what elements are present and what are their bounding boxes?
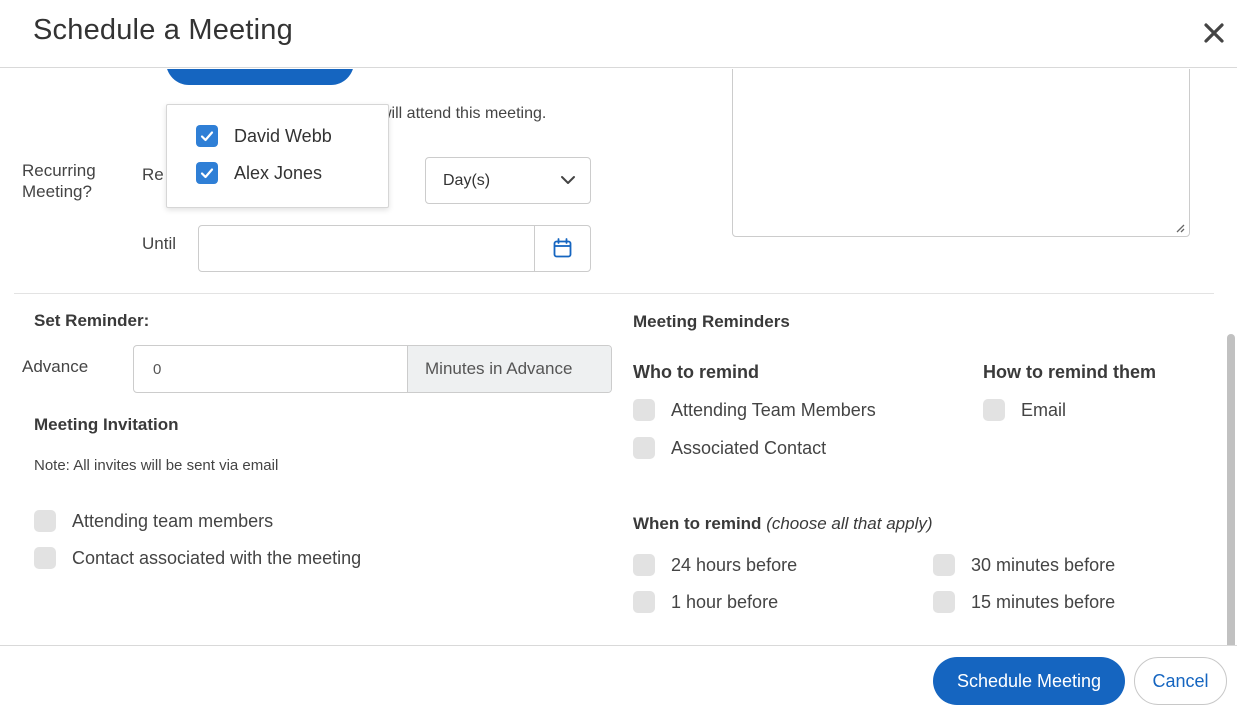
team-member-name: David Webb (234, 125, 332, 146)
meeting-notes-textarea[interactable] (732, 69, 1190, 237)
checkbox[interactable] (34, 510, 56, 532)
remind-via-email-checkbox[interactable]: Email (983, 399, 1066, 421)
remind-30-minutes-checkbox[interactable]: 30 minutes before (933, 554, 1115, 576)
checkbox-label: Attending team members (72, 510, 274, 531)
set-reminder-heading: Set Reminder: (34, 311, 150, 330)
when-to-remind-note: (choose all that apply) (766, 514, 933, 533)
team-member-option[interactable]: David Webb (196, 125, 332, 147)
invite-team-members-checkbox[interactable]: Attending team members (34, 510, 273, 532)
calendar-icon (553, 238, 572, 258)
remind-15-minutes-checkbox[interactable]: 15 minutes before (933, 591, 1115, 613)
checkbox-label: Contact associated with the meeting (72, 547, 362, 568)
repeat-label: Re (142, 165, 164, 184)
checkbox[interactable] (633, 591, 655, 613)
remind-24-hours-checkbox[interactable]: 24 hours before (633, 554, 797, 576)
dialog-title: Schedule a Meeting (33, 14, 293, 46)
remind-1-hour-checkbox[interactable]: 1 hour before (633, 591, 778, 613)
checkbox-label: Email (1021, 399, 1067, 420)
checkbox-label: Associated Contact (671, 437, 827, 458)
checkbox[interactable] (633, 437, 655, 459)
advance-minutes-input[interactable]: 0 Minutes in Advance (133, 345, 612, 393)
dialog-header: Schedule a Meeting (0, 0, 1237, 68)
checkbox[interactable] (633, 554, 655, 576)
team-member-name: Alex Jones (234, 162, 323, 183)
check-icon (200, 131, 214, 142)
team-members-button[interactable] (166, 69, 354, 85)
remind-associated-contact-checkbox[interactable]: Associated Contact (633, 437, 826, 459)
checkbox[interactable] (983, 399, 1005, 421)
checkbox[interactable] (633, 399, 655, 421)
checkbox-label: 24 hours before (671, 554, 798, 575)
chevron-down-icon (561, 176, 575, 184)
calendar-button[interactable] (534, 226, 590, 271)
checkbox-checked[interactable] (196, 125, 218, 147)
team-members-dropdown[interactable]: David Webb Alex Jones (166, 104, 389, 208)
vertical-scrollbar-thumb[interactable] (1227, 334, 1235, 645)
invitation-note: Note: All invites will be sent via email (34, 457, 279, 474)
cancel-button[interactable]: Cancel (1134, 657, 1227, 705)
when-to-remind-title: When to remind (633, 514, 762, 533)
checkbox-label: 1 hour before (671, 591, 779, 612)
section-divider (14, 293, 1214, 294)
repeat-unit-value: Day(s) (443, 172, 491, 189)
schedule-meeting-button[interactable]: Schedule Meeting (933, 657, 1125, 705)
minutes-in-advance-text: Minutes in Advance (425, 359, 573, 378)
check-icon (200, 168, 214, 179)
advance-minutes-value: 0 (153, 361, 162, 378)
recurring-meeting-label: Recurring Meeting? (22, 161, 96, 201)
invite-contact-checkbox[interactable]: Contact associated with the meeting (34, 547, 361, 569)
checkbox-label: 15 minutes before (971, 591, 1116, 612)
when-to-remind-heading: When to remind (choose all that apply) (633, 514, 933, 534)
checkbox[interactable] (34, 547, 56, 569)
checkbox[interactable] (933, 554, 955, 576)
team-member-option[interactable]: Alex Jones (196, 162, 322, 184)
checkbox-label: Attending Team Members (671, 399, 876, 420)
checkbox-checked[interactable] (196, 162, 218, 184)
close-icon (1204, 23, 1224, 43)
advance-label: Advance (22, 357, 89, 376)
remind-attending-team-checkbox[interactable]: Attending Team Members (633, 399, 876, 421)
until-label: Until (142, 234, 177, 253)
how-to-remind-heading: How to remind them (983, 362, 1157, 382)
dialog-footer: Schedule Meeting Cancel (0, 645, 1237, 711)
resize-grip-icon[interactable] (1175, 223, 1185, 233)
minutes-in-advance-addon: Minutes in Advance (407, 346, 611, 392)
who-to-remind-heading: Who to remind (633, 362, 759, 382)
checkbox[interactable] (933, 591, 955, 613)
meeting-invitation-heading: Meeting Invitation (34, 415, 179, 434)
attendance-hint: will attend this meeting. (380, 105, 547, 122)
repeat-unit-select[interactable]: Day(s) (425, 157, 591, 204)
close-button[interactable] (1197, 16, 1231, 50)
until-date-input[interactable] (198, 225, 591, 272)
checkbox-label: 30 minutes before (971, 554, 1116, 575)
meeting-reminders-heading: Meeting Reminders (633, 312, 790, 331)
